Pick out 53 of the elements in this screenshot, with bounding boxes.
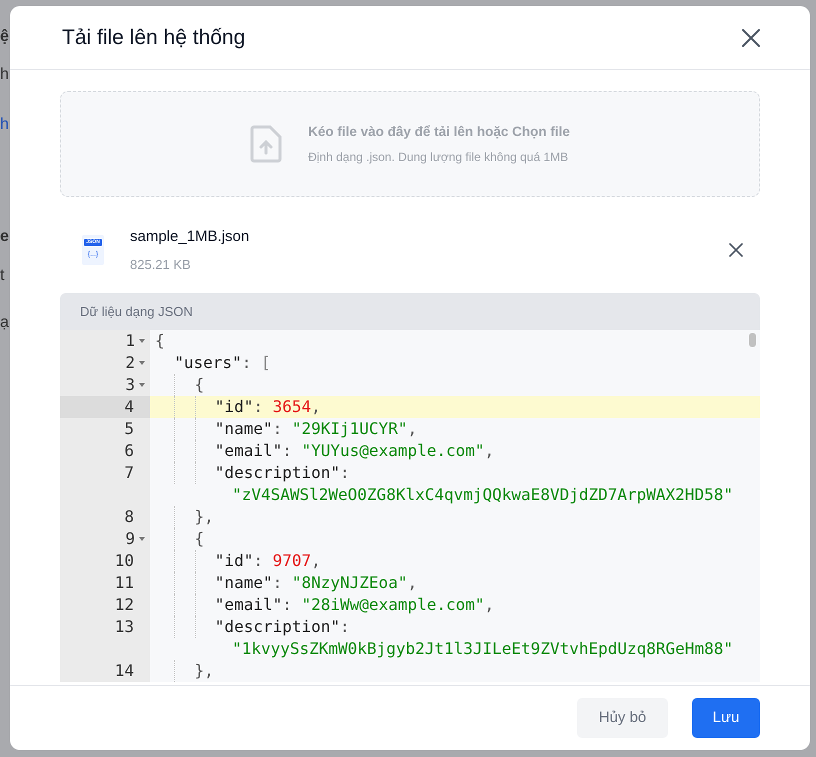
line-number: 3 <box>125 374 135 396</box>
line-number: 14 <box>114 660 134 682</box>
background-text: ệ <box>0 27 10 47</box>
background-text: e <box>0 227 10 247</box>
scrollbar-thumb[interactable] <box>749 333 756 347</box>
line-number: 6 <box>124 440 134 462</box>
drop-zone[interactable]: Kéo file vào đây để tải lên hoặc Chọn file Định dạng .json. Dung lượng file không quá 1MB <box>60 91 760 197</box>
code-line: "name": "8NzyNJZEoa", <box>155 573 418 592</box>
line-number: 1 <box>125 330 135 352</box>
editor-header: Dữ liệu dạng JSON <box>60 293 760 330</box>
background-text: ạ <box>0 313 10 333</box>
code-line: }, <box>155 661 214 680</box>
cancel-button[interactable]: Hủy bỏ <box>577 698 668 738</box>
code-line: "name": "29KIj1UCYR", <box>155 419 418 438</box>
file-name: sample_1MB.json <box>130 227 250 247</box>
line-number: 10 <box>114 550 134 572</box>
close-icon[interactable] <box>740 26 762 48</box>
code-line: "id": 9707, <box>155 551 321 570</box>
code-line: }, <box>155 507 214 526</box>
fold-icon[interactable] <box>139 361 145 365</box>
code-line: { <box>155 529 204 548</box>
code-line: "1kvyySsZKmW0kBjgyb2Jt1l3JILeEt9ZVtvhEpdUzq8RGeHm88" <box>231 639 733 658</box>
background-text: h <box>0 65 10 85</box>
fold-icon[interactable] <box>139 339 145 343</box>
file-size: 825.21 KB <box>130 256 192 274</box>
fold-icon[interactable] <box>139 383 145 387</box>
fold-icon[interactable] <box>139 537 145 541</box>
drop-zone-text: Kéo file vào đây để tải lên hoặc Chọn file <box>308 122 570 141</box>
upload-file-icon <box>250 125 282 163</box>
line-number: 5 <box>124 418 134 440</box>
line-number: 12 <box>114 594 134 616</box>
remove-file-icon[interactable] <box>728 242 744 258</box>
code-line: { <box>155 331 165 350</box>
code-line: "email": "28iWw@example.com", <box>155 595 494 614</box>
line-number: 9 <box>125 528 135 550</box>
background-text: t <box>0 266 6 286</box>
code-line: "description": <box>155 463 350 482</box>
line-number: 7 <box>124 462 134 484</box>
line-number: 2 <box>125 352 135 374</box>
line-number: 13 <box>114 616 134 638</box>
code-line: "description": <box>155 617 350 636</box>
code-editor[interactable] <box>60 330 760 682</box>
drop-zone-hint: Định dạng .json. Dung lượng file không quá 1MB <box>308 149 570 166</box>
code-line: "users": [ <box>173 353 271 372</box>
code-line: "id": 3654, <box>155 397 321 416</box>
line-number: 11 <box>114 572 134 594</box>
background-text: h <box>0 115 10 135</box>
line-number: 4 <box>124 396 134 418</box>
dialog-title: Tải file lên hệ thống <box>62 24 246 50</box>
save-button[interactable]: Lưu <box>692 698 760 738</box>
line-number: 8 <box>124 506 134 528</box>
code-line: "zV4SAWSl2WeO0ZG8KlxC4qvmjQQkwaE8VDjdZD7ArpWAX2HD58" <box>231 485 733 504</box>
code-line: "email": "YUYus@example.com", <box>155 441 494 460</box>
